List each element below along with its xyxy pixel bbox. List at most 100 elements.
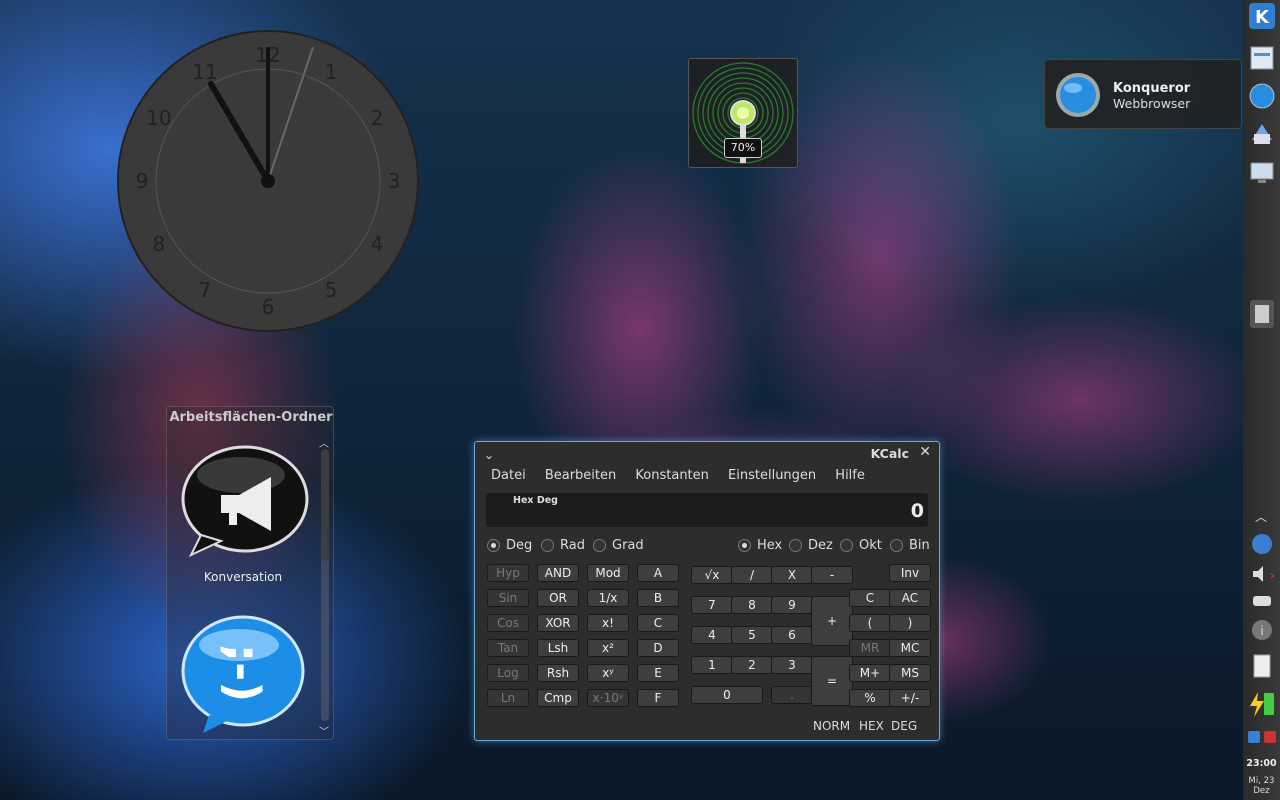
button-op-0[interactable]: √x (691, 566, 733, 584)
button-col3-0[interactable]: Mod (587, 564, 629, 582)
tray-expand-icon[interactable]: ︿ (1255, 508, 1267, 525)
menu-datei[interactable]: Datei (491, 468, 526, 483)
button-digit-8[interactable]: 8 (731, 596, 773, 614)
window-title: KCalc (870, 446, 909, 461)
button-right6-0[interactable]: % (849, 689, 891, 707)
radio-dez[interactable]: Dez (789, 538, 833, 553)
button-digit-6[interactable]: 6 (771, 626, 813, 644)
button-lsh[interactable]: Lsh (537, 639, 579, 657)
status-hex: HEX (859, 719, 884, 733)
svg-text:i: i (1260, 624, 1263, 638)
battery-power-icon[interactable] (1248, 690, 1276, 718)
clock-numeral: 7 (199, 278, 212, 302)
button-cmp[interactable]: Cmp (537, 689, 579, 707)
network-icon[interactable] (1250, 532, 1274, 556)
button-digit-3[interactable]: 3 (771, 656, 813, 674)
clipboard-icon[interactable] (1248, 652, 1276, 680)
button-digit-1[interactable]: 1 (691, 656, 733, 674)
clock-numeral: 6 (262, 295, 275, 319)
panel-clock-date[interactable]: Mi, 23 Dez (1243, 776, 1280, 796)
panel-clock-time[interactable]: 23:00 (1243, 758, 1280, 769)
button-col3-2[interactable]: x! (587, 614, 629, 632)
kcalc-task-icon[interactable] (1248, 300, 1276, 328)
button-ln[interactable]: Ln (487, 689, 529, 707)
button-tan[interactable]: Tan (487, 639, 529, 657)
button-mem-1[interactable]: MS (889, 664, 931, 682)
button-hyp[interactable]: Hyp (487, 564, 529, 582)
button-cos[interactable]: Cos (487, 614, 529, 632)
menu-einstellungen[interactable]: Einstellungen (728, 468, 816, 483)
button-mc[interactable]: MC (889, 639, 931, 657)
konversation-icon[interactable] (181, 445, 309, 557)
volume-meter-widget[interactable]: 70% (688, 58, 798, 168)
printer-icon[interactable] (1250, 588, 1274, 612)
button-hex-d[interactable]: D (637, 639, 679, 657)
button-digit-4[interactable]: 4 (691, 626, 733, 644)
button-digit-0[interactable]: 0 (691, 686, 763, 704)
button-sin[interactable]: Sin (487, 589, 529, 607)
menu-bearbeiten[interactable]: Bearbeiten (545, 468, 616, 483)
button-op-3[interactable]: - (811, 566, 853, 584)
button-op-1[interactable]: / (731, 566, 773, 584)
radio-grad[interactable]: Grad (593, 538, 644, 553)
system-settings-icon[interactable] (1248, 158, 1276, 186)
button-mem-0[interactable]: M+ (849, 664, 891, 682)
button-log[interactable]: Log (487, 664, 529, 682)
button-col3-4[interactable]: xʸ (587, 664, 629, 682)
scroll-thumb[interactable] (321, 449, 329, 561)
button-and[interactable]: AND (537, 564, 579, 582)
button-right6-1[interactable]: +/- (889, 689, 931, 707)
button-op-2[interactable]: X (771, 566, 813, 584)
button-hex-f[interactable]: F (637, 689, 679, 707)
browser-globe-icon[interactable] (1248, 82, 1276, 110)
button-col3-3[interactable]: x² (587, 639, 629, 657)
button-dot[interactable]: . (771, 686, 813, 704)
kmail-icon[interactable] (1248, 120, 1276, 148)
radio-bin[interactable]: Bin (890, 538, 930, 553)
button-digit-9[interactable]: 9 (771, 596, 813, 614)
kde-menu-icon[interactable]: K (1248, 2, 1276, 30)
scroll-up-icon[interactable]: ︿ (319, 435, 329, 450)
button-paren-0[interactable]: ( (849, 614, 891, 632)
clock-numeral: 8 (153, 232, 166, 256)
radio-deg[interactable]: Deg (487, 538, 532, 553)
button-digit-7[interactable]: 7 (691, 596, 733, 614)
kopete-smiley-icon[interactable]: ;-) (179, 615, 307, 735)
close-icon[interactable]: ✕ (919, 444, 931, 460)
folder-scrollbar[interactable]: ︿ ﹀ (319, 435, 331, 738)
button-equals[interactable]: = (811, 656, 853, 706)
folder-item-label[interactable]: Konversation (167, 570, 319, 584)
button-col3-5[interactable]: x·10ʸ (587, 689, 629, 707)
button-xor[interactable]: XOR (537, 614, 579, 632)
button-hex-a[interactable]: A (637, 564, 679, 582)
button-digit-2[interactable]: 2 (731, 656, 773, 674)
button-plus[interactable]: + (811, 596, 853, 646)
file-manager-icon[interactable] (1248, 44, 1276, 72)
button-digit-5[interactable]: 5 (731, 626, 773, 644)
button-or[interactable]: OR (537, 589, 579, 607)
button-col3-1[interactable]: 1/x (587, 589, 629, 607)
menu-konstanten[interactable]: Konstanten (635, 468, 708, 483)
window-titlebar[interactable]: ⌄ KCalc ✕ (475, 442, 939, 464)
menu-hilfe[interactable]: Hilfe (835, 468, 865, 483)
window-menu-icon[interactable]: ⌄ (484, 448, 494, 462)
menubar: Datei Bearbeiten Konstanten Einstellunge… (491, 468, 880, 488)
button-mr[interactable]: MR (849, 639, 891, 657)
button-hex-e[interactable]: E (637, 664, 679, 682)
scroll-down-icon[interactable]: ﹀ (319, 723, 329, 738)
radio-rad[interactable]: Rad (541, 538, 585, 553)
button-inv[interactable]: Inv (889, 564, 931, 582)
button-rsh[interactable]: Rsh (537, 664, 579, 682)
button-ac[interactable]: AC (889, 589, 931, 607)
lock-icon[interactable] (1247, 730, 1261, 744)
volume-muted-icon[interactable]: × (1250, 562, 1274, 586)
radio-okt[interactable]: Okt (840, 538, 882, 553)
button-hex-c[interactable]: C (637, 614, 679, 632)
info-icon[interactable]: i (1250, 618, 1274, 642)
button-hex-b[interactable]: B (637, 589, 679, 607)
logout-icon[interactable] (1263, 730, 1277, 744)
button-c[interactable]: C (849, 589, 891, 607)
analog-clock-widget[interactable]: 121234567891011 (116, 29, 420, 333)
radio-hex[interactable]: Hex (738, 538, 782, 553)
button-paren-1[interactable]: ) (889, 614, 931, 632)
